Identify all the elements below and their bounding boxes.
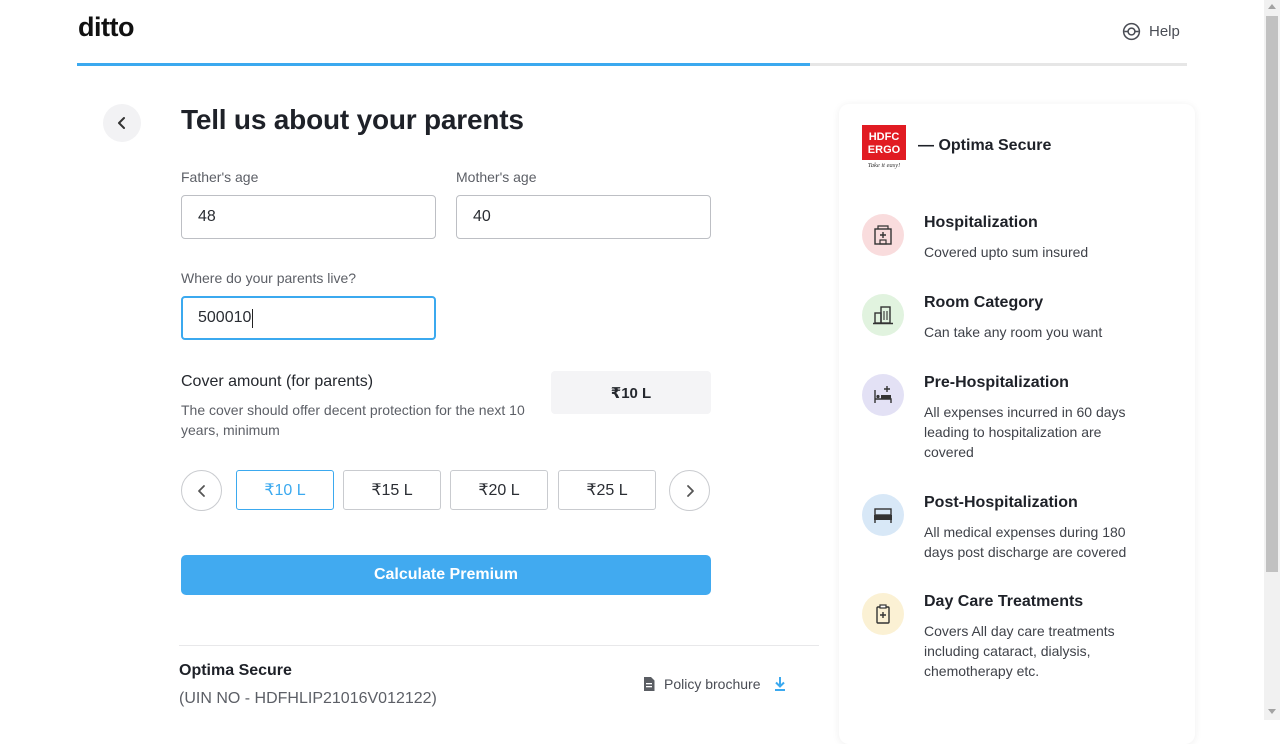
feature-description: All medical expenses during 180 days pos… — [924, 524, 1127, 560]
help-label: Help — [1149, 23, 1180, 40]
hospital-icon — [862, 214, 904, 256]
mother-age-label: Mother's age — [456, 169, 537, 185]
cover-option-10l[interactable]: ₹10 L — [236, 470, 334, 510]
building-icon — [862, 294, 904, 336]
plan-summary-card: HDFC ERGO Take it easy! — Optima Secure … — [839, 104, 1195, 744]
lifebuoy-icon — [1122, 22, 1141, 41]
bed-plus-icon — [862, 374, 904, 416]
help-button[interactable]: Help — [1122, 22, 1180, 41]
cover-next-button[interactable] — [669, 470, 710, 511]
cover-option-15l[interactable]: ₹15 L — [343, 470, 441, 510]
feature-title: Day Care Treatments — [924, 593, 1084, 610]
document-icon — [644, 677, 655, 691]
mother-age-value: 40 — [473, 208, 491, 225]
calculate-premium-button[interactable]: Calculate Premium — [181, 555, 711, 595]
pincode-value: 500010 — [198, 309, 252, 326]
feature-description: Can take any room you want — [924, 324, 1103, 340]
cover-amount-title: Cover amount (for parents) — [181, 373, 374, 390]
father-age-value: 48 — [198, 208, 216, 225]
page-title: Tell us about your parents — [181, 104, 524, 135]
download-icon — [774, 677, 785, 691]
scroll-down-arrow[interactable] — [1268, 709, 1276, 714]
feature-title: Room Category — [924, 294, 1044, 311]
cover-option-20l[interactable]: ₹20 L — [450, 470, 548, 510]
section-divider — [179, 645, 819, 646]
cover-selected-value: ₹10 L — [551, 371, 711, 414]
father-age-input[interactable]: 48 — [181, 195, 436, 239]
plan-uin: (UIN NO - HDFHLIP21016V012122) — [179, 690, 437, 707]
feature-description: Covered upto sum insured — [924, 244, 1089, 260]
plan-name: Optima Secure — [179, 662, 292, 679]
chevron-right-icon — [686, 484, 694, 497]
feature-description: All expenses incurred in 60 days leading… — [924, 404, 1126, 460]
mother-age-input[interactable]: 40 — [456, 195, 711, 239]
clipboard-plus-icon — [862, 593, 904, 635]
svg-text:Take it easy!: Take it easy! — [868, 162, 901, 169]
scroll-up-arrow[interactable] — [1268, 4, 1276, 9]
feature-description: Covers All day care treatments including… — [924, 623, 1115, 679]
father-age-label: Father's age — [181, 169, 259, 185]
cover-option-25l[interactable]: ₹25 L — [558, 470, 656, 510]
feature-title: Hospitalization — [924, 214, 1038, 231]
feature-title: Pre-Hospitalization — [924, 374, 1069, 391]
top-header: ditto Help — [0, 0, 1264, 66]
svg-text:HDFC: HDFC — [869, 131, 900, 143]
progress-bar — [77, 63, 1187, 66]
scroll-thumb[interactable] — [1266, 16, 1278, 572]
feature-title: Post-Hospitalization — [924, 494, 1078, 511]
location-label: Where do your parents live? — [181, 270, 357, 286]
text-caret — [252, 308, 254, 328]
cover-amount-description: The cover should offer decent protection… — [181, 402, 525, 438]
back-button[interactable] — [103, 104, 141, 142]
bed-icon — [862, 494, 904, 536]
chevron-left-icon — [118, 117, 125, 129]
cover-prev-button[interactable] — [181, 470, 222, 511]
ditto-logo[interactable]: ditto — [78, 12, 134, 43]
page-scrollbar[interactable] — [1264, 0, 1280, 720]
hdfc-ergo-logo: HDFC ERGO Take it easy! — [862, 125, 906, 169]
policy-brochure-link[interactable]: Policy brochure — [642, 676, 787, 692]
policy-brochure-label: Policy brochure — [664, 676, 761, 692]
chevron-left-icon — [197, 484, 205, 497]
progress-fill — [77, 63, 810, 66]
svg-text:ERGO: ERGO — [868, 144, 901, 156]
pincode-input[interactable]: 500010 — [181, 296, 436, 340]
insurer-plan-title: — Optima Secure — [918, 137, 1052, 154]
